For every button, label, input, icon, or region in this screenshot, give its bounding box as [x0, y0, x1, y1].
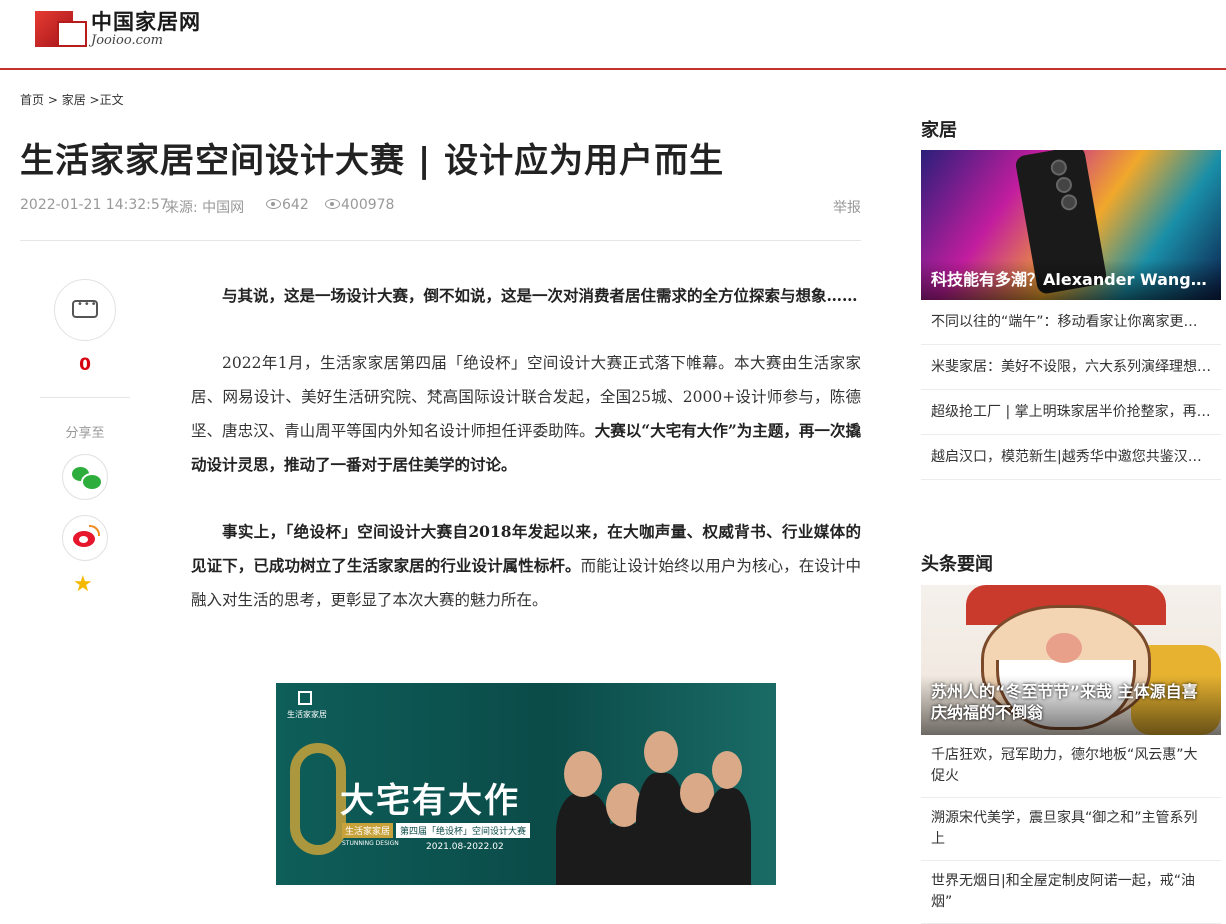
banner-slogan: 大宅有大作 — [340, 781, 520, 821]
eye-icon — [325, 199, 340, 209]
brand-mark-icon — [298, 691, 312, 705]
site-logo[interactable]: 中国家居网 Jooioo.com — [35, 9, 201, 49]
article-title: 生活家家居空间设计大赛 | 设计应为用户而生 — [20, 141, 725, 181]
logo-mark — [35, 9, 87, 49]
share-divider — [40, 397, 130, 398]
article-body: 与其说，这是一场设计大赛，倒不如说，这是一次对消费者居住需求的全方位探索与想象…… — [191, 279, 861, 650]
view-count: 400978 — [325, 197, 394, 213]
share-qzone-star-icon[interactable]: ★ — [73, 573, 93, 597]
breadcrumb-current: 正文 — [99, 93, 124, 107]
breadcrumb-home[interactable]: 首页 — [20, 93, 44, 107]
share-wechat-button[interactable] — [62, 454, 108, 500]
list-item[interactable]: 溯源宋代美学，震旦家具“御之和”主管系列上 — [921, 798, 1221, 861]
sidebar-feature-card[interactable]: 科技能有多潮？Alexander Wang、vivo S12系列联名款 — [921, 150, 1221, 300]
judge-face — [564, 751, 602, 797]
decorative-q-shape — [290, 743, 346, 855]
article-paragraph: 2022年1月，生活家家居第四届「绝设杯」空间设计大赛正式落下帷幕。本大赛由生活… — [191, 354, 861, 474]
feature-caption[interactable]: 科技能有多潮？Alexander Wang、vivo S12系列联名款 — [921, 260, 1221, 300]
list-item[interactable]: 米斐家居：美好不设限，六大系列演绎理想生活方式 — [921, 345, 1221, 390]
like-count: 642 — [266, 197, 309, 213]
logo-domain: Jooioo.com — [91, 33, 164, 48]
breadcrumb-separator: > — [85, 93, 100, 107]
sidebar-feature-card[interactable]: 苏州人的“冬至节节”来哉 主体源自喜庆纳福的不倒翁 — [921, 585, 1221, 735]
banner-dates: 2021.08-2022.02 — [426, 842, 504, 852]
breadcrumb-separator: > — [44, 93, 62, 107]
feature-caption[interactable]: 苏州人的“冬至节节”来哉 主体源自喜庆纳福的不倒翁 — [921, 675, 1221, 735]
share-label: 分享至 — [65, 426, 105, 441]
judge-figure — [706, 788, 751, 885]
sidebar-section-title: 家居 — [921, 120, 957, 141]
breadcrumb-section[interactable]: 家居 — [62, 93, 86, 107]
meta-divider — [20, 240, 861, 241]
list-item[interactable]: 超级抢工厂 | 掌上明珠家居半价抢整家，再送豪礼 — [921, 390, 1221, 435]
list-item[interactable]: 世界无烟日|和全屋定制皮阿诺一起，戒“油烟” — [921, 861, 1221, 924]
eye-icon — [266, 199, 281, 209]
list-item[interactable]: 千店狂欢，冠军助力，德尔地板“风云惠”大促火 — [921, 735, 1221, 798]
comment-count[interactable]: 0 — [54, 355, 116, 375]
breadcrumb: 首页 > 家居 >正文 — [20, 91, 124, 108]
comment-icon — [72, 299, 98, 318]
report-link[interactable]: 举报 — [833, 197, 861, 217]
list-item[interactable]: 不同以往的“端午”：移动看家让你离家更近些 — [921, 300, 1221, 345]
banner-brand: 生活家家居 — [287, 710, 327, 719]
sidebar-headline-list: 千店狂欢，冠军助力，德尔地板“风云惠”大促火 溯源宋代美学，震旦家具“御之和”主… — [921, 735, 1221, 924]
share-weibo-button[interactable] — [62, 515, 108, 561]
article-banner-image: 生活家家居 大宅有大作 生活家家居 第四届「绝设杯」空间设计大赛 STUNNIN… — [276, 683, 776, 885]
article-source: 来源: 中国网 — [165, 200, 245, 216]
cartoon-nose — [1046, 633, 1082, 663]
comment-button[interactable] — [54, 279, 116, 341]
site-header: 中国家居网 Jooioo.com — [0, 0, 1226, 70]
article-paragraph: 与其说，这是一场设计大赛，倒不如说，这是一次对消费者居住需求的全方位探索与想象…… — [222, 286, 858, 305]
sidebar-news-list: 不同以往的“端午”：移动看家让你离家更近些 米斐家居：美好不设限，六大系列演绎理… — [921, 300, 1221, 480]
logo-chinese-name: 中国家居网 — [91, 10, 201, 34]
judge-face — [644, 731, 678, 773]
banner-tag-brand: 生活家家居 — [342, 823, 394, 838]
sidebar-section-title: 头条要闻 — [921, 554, 993, 575]
judge-face — [712, 751, 742, 789]
list-item[interactable]: 越启汉口，模范新生|越秀华中邀您共鉴汉口新标杆 — [921, 435, 1221, 480]
banner-stunning: STUNNING DESIGN — [342, 840, 399, 847]
article-paragraph: 事实上，「绝设杯」空间设计大赛自2018年发起以来，在大咖声量、权威背书、行业媒… — [191, 522, 861, 609]
banner-tag-event: 第四届「绝设杯」空间设计大赛 — [396, 823, 531, 838]
publish-date: 2022-01-21 14:32:57 — [20, 197, 169, 213]
